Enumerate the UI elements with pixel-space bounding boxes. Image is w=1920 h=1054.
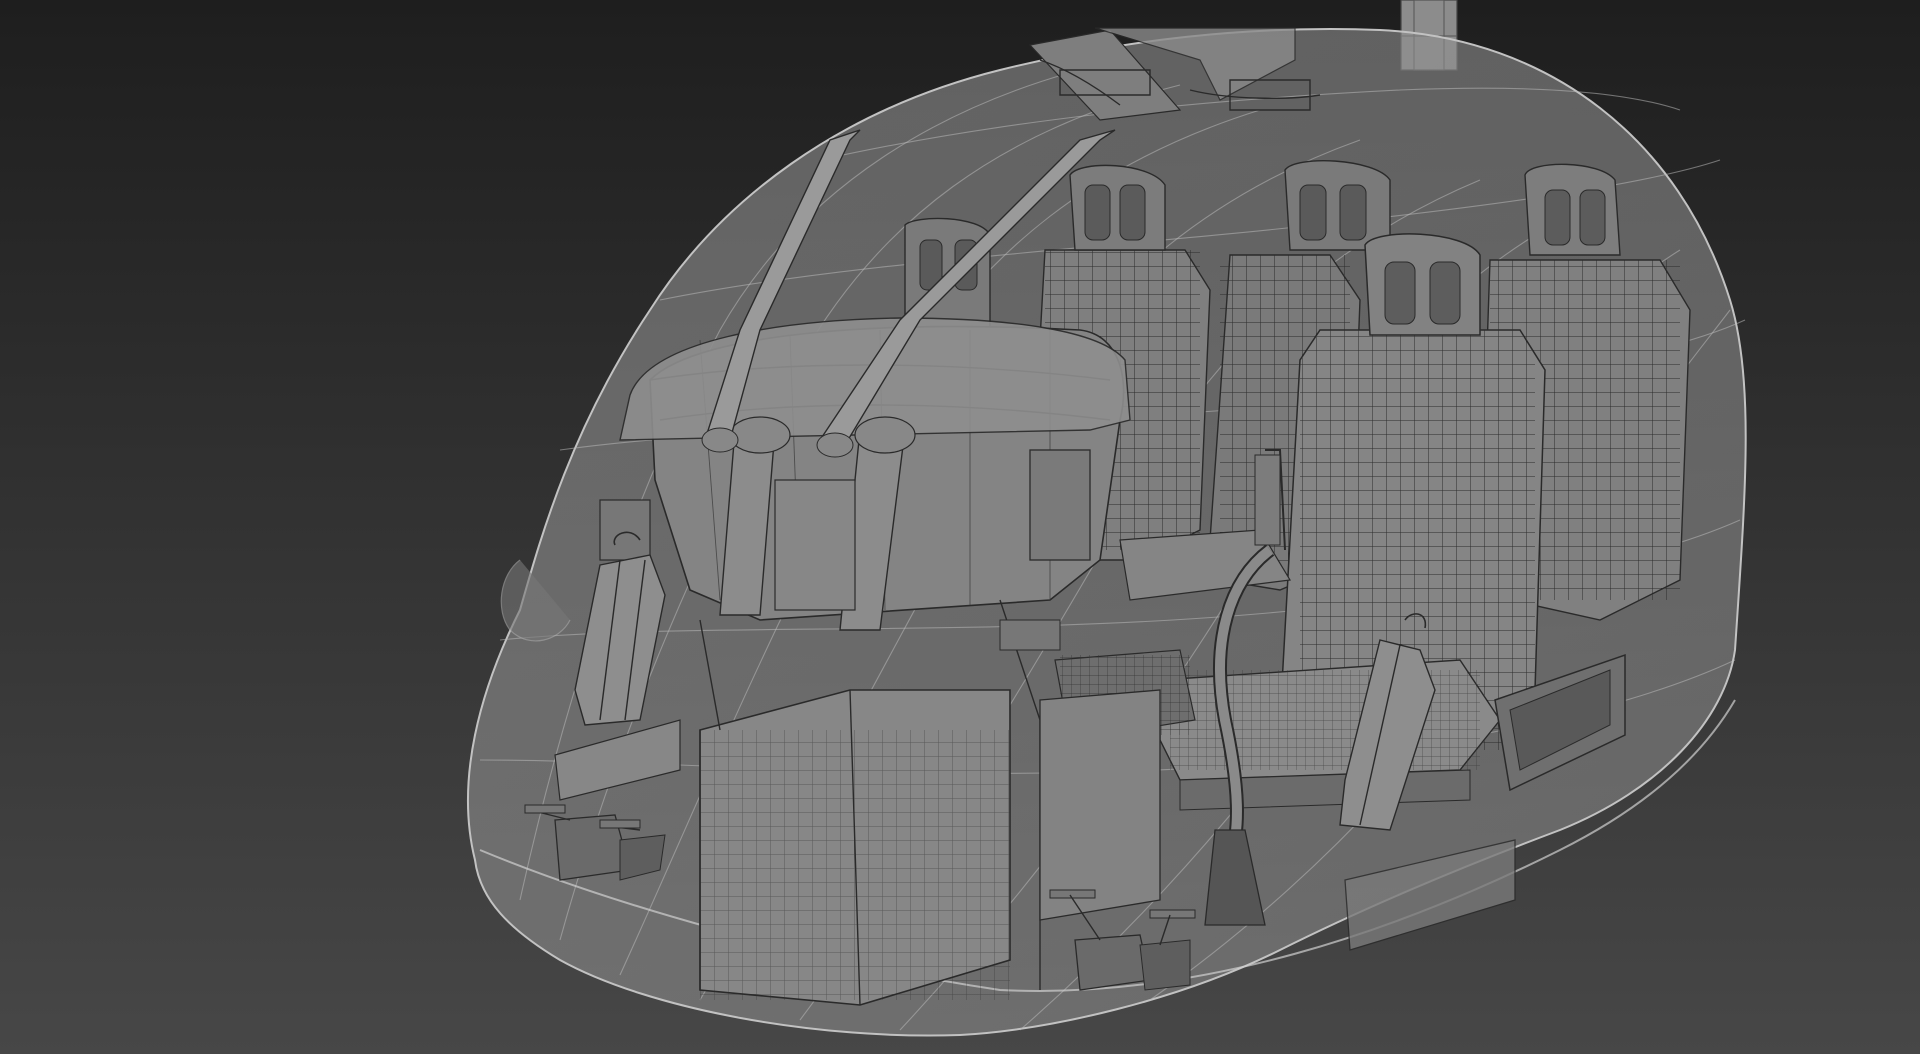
3d-viewport[interactable] xyxy=(0,0,1920,1054)
helicopter-cabin-wireframe[interactable] xyxy=(0,0,1920,1054)
